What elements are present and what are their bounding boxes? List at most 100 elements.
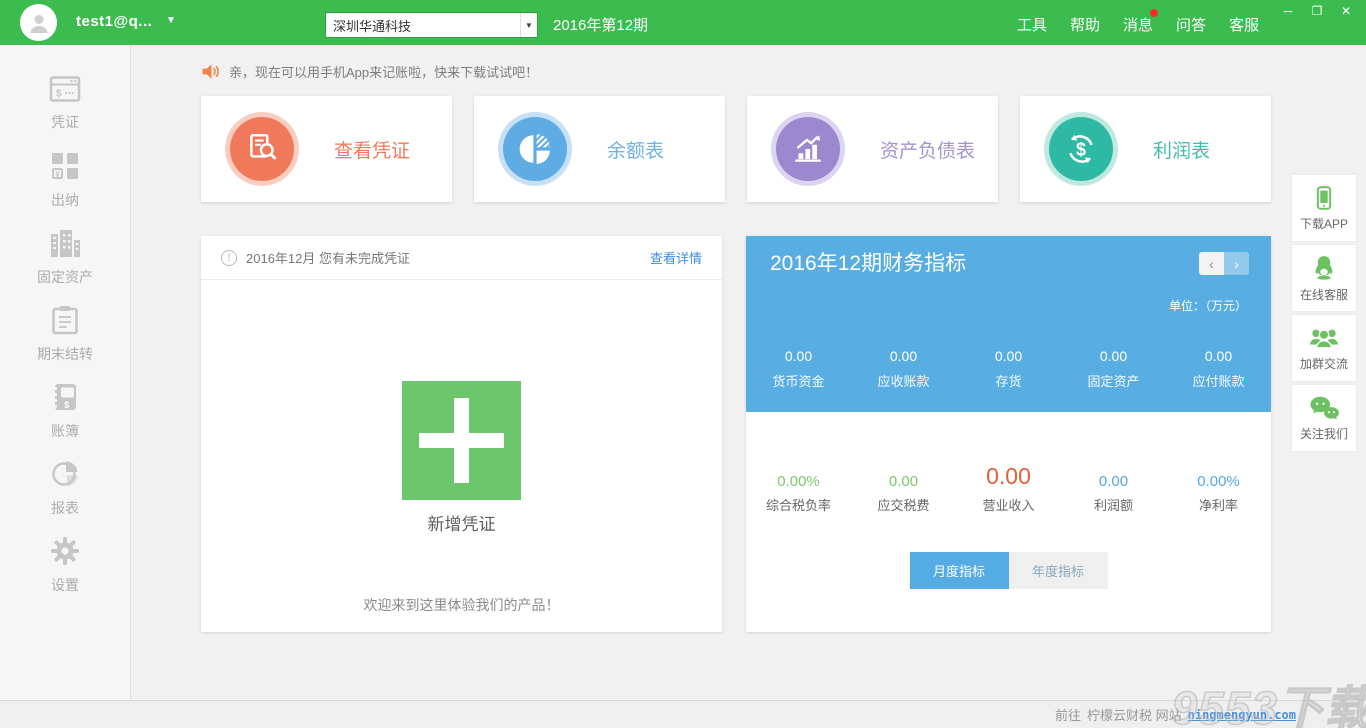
sidebar-item-cashier[interactable]: ¥ 出纳 [0, 142, 130, 219]
metric-accounts-payable: 0.00 应付账款 [1166, 348, 1271, 390]
voucher-icon: $ ⋯ [49, 75, 81, 103]
sidebar-nav: $ ⋯ 凭证 ¥ 出纳 固定资产 [0, 45, 131, 700]
sidebar-item-label: 固定资产 [37, 267, 93, 287]
close-button[interactable]: ✕ [1336, 3, 1356, 19]
menu-messages-label: 消息 [1123, 17, 1153, 34]
qq-icon [1309, 253, 1339, 283]
tab-yearly-indicators[interactable]: 年度指标 [1009, 552, 1108, 589]
view-details-link[interactable]: 查看详情 [650, 248, 702, 267]
balance-sheet-icon-circle [503, 117, 567, 181]
metric-value: 0.00 [746, 348, 851, 364]
metric-tax-burden-rate: 0.00% 综合税负率 [746, 462, 851, 514]
top-bar: test1@q... ▼ 深圳华通科技 ▼ 2016年第12期 工具 帮助 消息… [0, 0, 1366, 45]
widget-label: 加群交流 [1300, 355, 1348, 372]
select-arrow-icon[interactable]: ▼ [520, 13, 537, 37]
join-group-widget[interactable]: 加群交流 [1291, 314, 1357, 382]
unfinished-voucher-text: 2016年12月 您有未完成凭证 [246, 248, 410, 267]
blue-metrics-row: 0.00 货币资金 0.00 应收账款 0.00 存货 0.00 固定资产 [746, 348, 1271, 390]
widget-label: 关注我们 [1300, 425, 1348, 442]
online-service-widget[interactable]: 在线客服 [1291, 244, 1357, 312]
add-voucher-label: 新增凭证 [201, 510, 722, 535]
metric-label: 存货 [956, 371, 1061, 390]
metric-accounts-receivable: 0.00 应收账款 [851, 348, 956, 390]
metric-tax-payable: 0.00 应交税费 [851, 462, 956, 514]
card-profit-sheet[interactable]: $ 利润表 [1020, 96, 1271, 202]
next-period-button[interactable]: › [1224, 252, 1249, 275]
card-view-voucher[interactable]: 查看凭证 [201, 96, 452, 202]
metric-label: 货币资金 [746, 371, 851, 390]
metric-label: 利润额 [1061, 495, 1166, 514]
download-app-widget[interactable]: 下载APP [1291, 174, 1357, 242]
metric-label: 综合税负率 [746, 495, 851, 514]
exclamation-circle-icon: ! [221, 250, 237, 266]
voucher-panel-body: 新增凭证 欢迎来到这里体验我们的产品！ [201, 381, 722, 615]
unit-label: 单位：（万元） [1169, 297, 1247, 314]
metric-inventory: 0.00 存货 [956, 348, 1061, 390]
sidebar-item-label: 账簿 [51, 421, 79, 441]
indicators-header-section: 2016年12期财务指标 ‹ › 单位：（万元） 0.00 货币资金 0.00 … [746, 236, 1271, 412]
sidebar-item-ledger[interactable]: $ 账簿 [0, 373, 130, 450]
card-label: 查看凭证 [334, 136, 410, 163]
settings-icon [50, 536, 80, 566]
metric-label: 固定资产 [1061, 371, 1166, 390]
fixed-assets-icon [48, 228, 82, 258]
phone-icon [1310, 184, 1338, 212]
prev-period-button[interactable]: ‹ [1199, 252, 1224, 275]
menu-service[interactable]: 客服 [1229, 14, 1259, 35]
menu-tools[interactable]: 工具 [1017, 14, 1047, 35]
sidebar-item-voucher[interactable]: $ ⋯ 凭证 [0, 65, 130, 142]
asset-liability-icon [790, 131, 826, 167]
metric-fixed-assets: 0.00 固定资产 [1061, 348, 1166, 390]
sidebar-item-fixed-assets[interactable]: 固定资产 [0, 219, 130, 296]
window-controls: ─ ❐ ✕ [1278, 3, 1356, 19]
ledger-icon: $ [51, 382, 79, 412]
metric-operating-revenue: 0.00 营业收入 [956, 462, 1061, 514]
period-end-icon [51, 305, 79, 335]
app-promo-notice: 亲，现在可以用手机App来记账啦，快来下载试试吧！ [201, 62, 538, 81]
company-select[interactable]: 深圳华通科技 ▼ [325, 12, 538, 38]
metric-value: 0.00 [1166, 348, 1271, 364]
maximize-button[interactable]: ❐ [1307, 3, 1327, 19]
period-nav: ‹ › [1199, 252, 1249, 275]
panels-row: ! 2016年12月 您有未完成凭证 查看详情 新增凭证 欢迎来到这里体验我们的… [201, 236, 1271, 632]
metric-net-profit-rate: 0.00% 净利率 [1166, 462, 1271, 514]
metric-value: 0.00 [851, 348, 956, 364]
svg-text:$: $ [64, 400, 69, 410]
wechat-icon [1308, 394, 1340, 422]
metric-value: 0.00 [1061, 462, 1166, 490]
minimize-button[interactable]: ─ [1278, 3, 1298, 19]
sidebar-item-settings[interactable]: 设置 [0, 527, 130, 604]
svg-text:¥: ¥ [55, 170, 60, 179]
company-select-value: 深圳华通科技 [326, 13, 520, 37]
sidebar-item-label: 设置 [51, 575, 79, 595]
follow-us-widget[interactable]: 关注我们 [1291, 384, 1357, 452]
person-icon [27, 11, 51, 35]
card-asset-liability[interactable]: 资产负债表 [747, 96, 998, 202]
menu-qa[interactable]: 问答 [1176, 14, 1206, 35]
metric-label: 净利率 [1166, 495, 1271, 514]
card-balance-sheet[interactable]: 余额表 [474, 96, 725, 202]
user-dropdown-caret-icon[interactable]: ▼ [166, 15, 176, 26]
metric-value: 0.00 [851, 462, 956, 490]
add-voucher-button[interactable] [402, 381, 521, 500]
metric-value: 0.00% [1166, 462, 1271, 490]
metric-label: 营业收入 [956, 495, 1061, 514]
footer-goto-text: 前往 [1055, 705, 1081, 724]
white-metrics-row: 0.00% 综合税负率 0.00 应交税费 0.00 营业收入 0.00 利润额… [746, 462, 1271, 514]
indicators-title: 2016年12期财务指标 [770, 247, 966, 277]
svg-text:$ ⋯: $ ⋯ [56, 89, 74, 100]
tab-monthly-indicators[interactable]: 月度指标 [910, 552, 1009, 589]
side-widgets: 下载APP 在线客服 加群交流 关注我们 [1291, 174, 1357, 454]
reports-icon [50, 459, 80, 489]
menu-help[interactable]: 帮助 [1070, 14, 1100, 35]
asset-liability-icon-circle [776, 117, 840, 181]
sidebar-item-reports[interactable]: 报表 [0, 450, 130, 527]
user-avatar[interactable] [20, 4, 57, 41]
metric-label: 应交税费 [851, 495, 956, 514]
topbar-menu: 工具 帮助 消息 问答 客服 [1017, 14, 1259, 35]
footer-site-link[interactable]: ningmengyun.com [1188, 708, 1296, 722]
shortcut-cards-row: 查看凭证 余额表 [201, 96, 1271, 202]
username-label[interactable]: test1@q... [76, 13, 152, 30]
sidebar-item-period-end[interactable]: 期末结转 [0, 296, 130, 373]
menu-messages[interactable]: 消息 [1123, 14, 1153, 35]
